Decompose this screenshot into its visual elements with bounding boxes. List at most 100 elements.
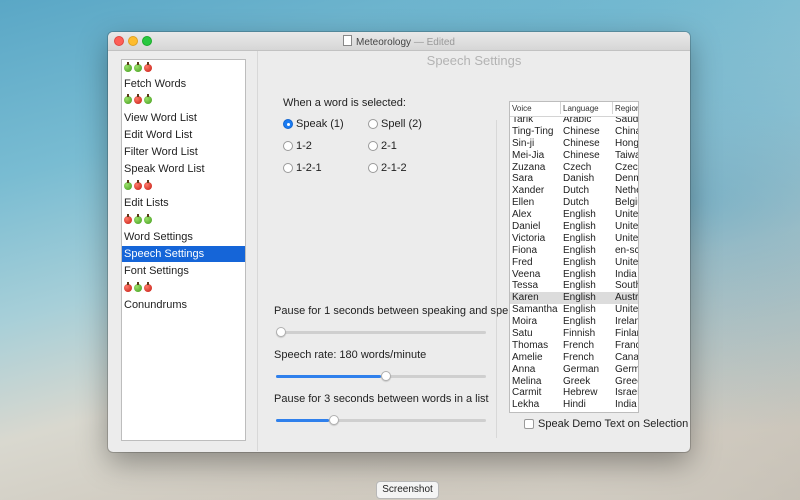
voice-name-cell: Carmit <box>512 387 542 399</box>
slider-knob[interactable] <box>328 415 339 425</box>
slider-knob[interactable] <box>276 327 286 337</box>
sidebar-apple-rating <box>122 280 245 296</box>
voice-name-cell: Melina <box>512 375 542 387</box>
language-cell: Greek <box>563 375 591 387</box>
voice-row[interactable]: Sin-ji Chinese Hong Kon... <box>510 138 638 150</box>
sidebar-item-filter-word-list[interactable]: Filter Word List <box>122 144 245 160</box>
language-cell: English <box>563 244 596 256</box>
pause-speak-spell-slider[interactable] <box>276 327 486 337</box>
sidebar-item-label: Speak Word List <box>124 163 205 175</box>
sidebar-item-conundrums[interactable]: Conundrums <box>122 297 245 313</box>
voice-row[interactable]: Fred English United Sta... <box>510 257 638 269</box>
radio-option-1-2[interactable]: 1-2 <box>283 139 312 153</box>
language-cell: Chinese <box>563 137 600 149</box>
slider-knob[interactable] <box>381 371 391 381</box>
voice-name-cell: Fred <box>512 256 533 268</box>
voice-row[interactable]: Zuzana Czech Czechia <box>510 162 638 174</box>
voice-row[interactable]: Fiona English en-scotland <box>510 245 638 257</box>
voice-row[interactable]: Lekha Hindi India <box>510 399 638 411</box>
pause-words-slider[interactable] <box>276 415 486 425</box>
radio-label: 1-2-1 <box>296 162 322 174</box>
sidebar-item-edit-lists[interactable]: Edit Lists <box>122 195 245 211</box>
language-cell: Dutch <box>563 197 590 209</box>
region-cell: United Kin... <box>615 221 639 233</box>
sidebar-item-view-word-list[interactable]: View Word List <box>122 110 245 126</box>
radio-label: 2-1 <box>381 140 397 152</box>
voice-row[interactable]: Victoria English United Sta... <box>510 233 638 245</box>
speech-rate-slider[interactable] <box>276 371 486 381</box>
radio-button[interactable] <box>368 119 378 129</box>
edited-indicator: — Edited <box>413 37 455 48</box>
speak-demo-checkbox-row[interactable]: Speak Demo Text on Selection <box>524 417 688 431</box>
sidebar-item-word-settings[interactable]: Word Settings <box>122 229 245 245</box>
language-cell: Hindi <box>563 399 586 411</box>
radio-option-speak-1[interactable]: Speak (1) <box>283 117 344 131</box>
voice-row[interactable]: Moira English Ireland <box>510 316 638 328</box>
voice-row[interactable]: Alex English United Sta... <box>510 209 638 221</box>
sidebar-apple-rating <box>122 60 245 76</box>
voice-name-cell: Samantha <box>512 304 558 316</box>
red-apple-icon <box>144 180 152 191</box>
region-cell: China <box>615 125 639 137</box>
radio-button[interactable] <box>283 119 293 129</box>
sidebar-item-label: Word Settings <box>124 231 193 243</box>
sidebar-list[interactable]: Fetch Words View Word List Edit Word List F… <box>121 59 246 441</box>
voice-name-cell: Xander <box>512 185 545 197</box>
sidebar-apple-rating <box>122 92 245 108</box>
voice-row[interactable]: Xander Dutch Netherlands <box>510 185 638 197</box>
sidebar-item-fetch-words[interactable]: Fetch Words <box>122 76 245 92</box>
radio-option-2-1[interactable]: 2-1 <box>368 139 397 153</box>
region-cell: Australia <box>615 292 639 304</box>
voice-row[interactable]: Samantha English United Sta... <box>510 304 638 316</box>
sidebar-item-speak-word-list[interactable]: Speak Word List <box>122 161 245 177</box>
region-cell: Belgium <box>615 197 638 209</box>
language-cell: German <box>563 363 600 375</box>
sidebar-item-speech-settings[interactable]: Speech Settings <box>122 246 245 262</box>
voice-row[interactable]: Amelie French Canada <box>510 352 638 364</box>
voice-row[interactable]: Thomas French France <box>510 340 638 352</box>
voice-row[interactable]: Daniel English United Kin... <box>510 221 638 233</box>
language-cell: French <box>563 351 595 363</box>
radio-button[interactable] <box>368 141 378 151</box>
sidebar-apple-rating <box>122 178 245 194</box>
sidebar-item-font-settings[interactable]: Font Settings <box>122 263 245 279</box>
screenshot-button[interactable]: Screenshot <box>376 481 439 499</box>
radio-button[interactable] <box>283 141 293 151</box>
voice-row[interactable]: Anna German Germany <box>510 364 638 376</box>
radio-button[interactable] <box>283 163 293 173</box>
sidebar-item-label: Filter Word List <box>124 146 198 158</box>
voice-row[interactable]: Satu Finnish Finland <box>510 328 638 340</box>
radio-option-spell-2[interactable]: Spell (2) <box>368 117 422 131</box>
column-header-voice[interactable]: Voice <box>512 102 532 116</box>
app-window: Meteorology — Edited Fetch Words View Wor… <box>108 32 690 452</box>
voice-row[interactable]: Ellen Dutch Belgium <box>510 197 638 209</box>
sidebar-item-label: View Word List <box>124 112 197 124</box>
voice-row[interactable]: Veena English India <box>510 269 638 281</box>
voice-table[interactable]: TarikArabicSaudi ArabiaTing-TingChineseC… <box>509 101 639 413</box>
sidebar-item-label: Edit Word List <box>124 129 193 141</box>
column-header-language[interactable]: Language <box>563 102 599 116</box>
voice-row[interactable]: Tessa English South Africa <box>510 280 638 292</box>
radio-label: 2-1-2 <box>381 162 407 174</box>
region-cell: Ireland <box>615 316 638 328</box>
column-header-region[interactable]: Region <box>615 102 638 116</box>
radio-option-1-2-1[interactable]: 1-2-1 <box>283 161 322 175</box>
region-cell: en-scotland <box>615 244 639 256</box>
voice-row[interactable]: Mei-Jia Chinese Taiwan <box>510 150 638 162</box>
speak-demo-checkbox[interactable] <box>524 419 534 429</box>
radio-option-2-1-2[interactable]: 2-1-2 <box>368 161 407 175</box>
sidebar-item-edit-word-list[interactable]: Edit Word List <box>122 127 245 143</box>
voice-row[interactable]: Sara Danish Denmark <box>510 173 638 185</box>
column-divider <box>612 102 613 114</box>
voice-row[interactable]: Karen English Australia <box>510 292 639 305</box>
region-cell: Hong Kon... <box>615 137 639 149</box>
radio-button[interactable] <box>368 163 378 173</box>
voice-row[interactable]: Ting-Ting Chinese China <box>510 126 638 138</box>
language-cell: English <box>563 209 596 221</box>
voice-name-cell: Anna <box>512 363 536 375</box>
voice-row[interactable]: Carmit Hebrew Israel <box>510 387 638 399</box>
region-cell: France <box>615 339 638 351</box>
green-apple-icon <box>134 214 142 225</box>
voice-row[interactable]: Melina Greek Greece <box>510 376 638 388</box>
green-apple-icon <box>134 62 142 73</box>
